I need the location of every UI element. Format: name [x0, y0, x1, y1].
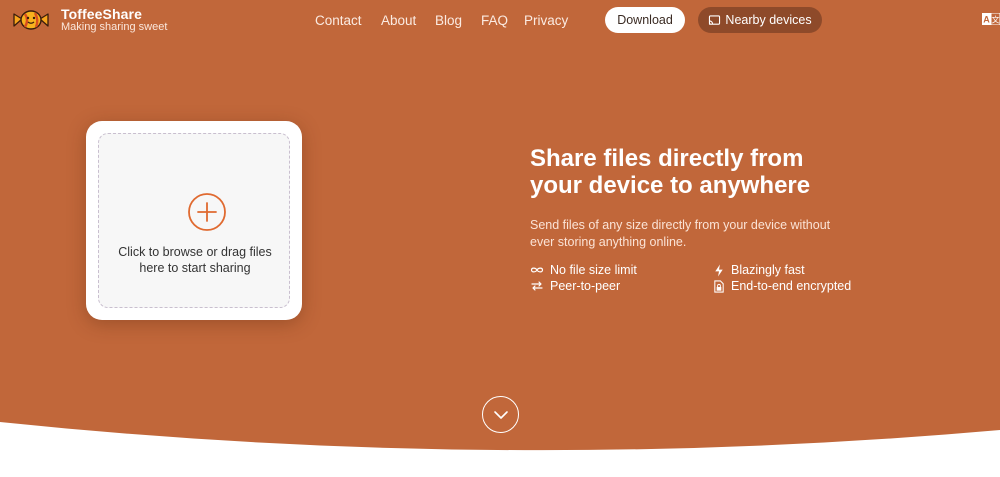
upload-card: Click to browse or drag files here to st… [86, 121, 302, 320]
feature-end-to-end-encrypted: End-to-end encrypted [713, 278, 851, 294]
nav-contact-link[interactable]: Contact [315, 13, 362, 29]
feature-blazingly-fast: Blazingly fast [713, 262, 805, 278]
nav-faq-link[interactable]: FAQ [481, 13, 508, 29]
feature-no-size-limit: No file size limit [530, 262, 637, 278]
translate-icon[interactable]: A 文 [982, 13, 1000, 25]
hero-section: ToffeeShare Making sharing sweet Contact… [0, 0, 1000, 477]
nearby-devices-button[interactable]: Nearby devices [698, 7, 822, 33]
nav-privacy-link[interactable]: Privacy [524, 13, 568, 29]
feature-label: End-to-end encrypted [731, 279, 852, 293]
chevron-down-icon [493, 410, 508, 419]
hero-subtext-line1: Send files of any size directly from you… [530, 218, 831, 232]
lightning-icon [715, 263, 723, 277]
svg-text:文: 文 [992, 15, 1000, 25]
brand-tagline: Making sharing sweet [61, 21, 168, 33]
cast-icon [709, 14, 721, 25]
scroll-down-button[interactable] [482, 396, 519, 433]
feature-label: Blazingly fast [731, 263, 805, 277]
hero-headline: Share files directly from your device to… [530, 145, 890, 199]
download-button[interactable]: Download [605, 7, 685, 33]
hero-headline-line1: Share files directly from [530, 145, 804, 172]
hero-headline-line2: your device to anywhere [530, 172, 811, 199]
hero-subtext: Send files of any size directly from you… [530, 217, 860, 250]
swap-arrows-icon [531, 281, 543, 291]
upload-instructions: Click to browse or drag files here to st… [99, 244, 291, 276]
feature-label: No file size limit [550, 263, 637, 277]
download-button-label: Download [617, 13, 673, 27]
upload-instructions-line1: Click to browse or drag files [118, 245, 272, 259]
infinity-icon [530, 267, 544, 273]
locked-file-icon [714, 279, 724, 293]
candy-logo-icon[interactable] [11, 6, 51, 34]
upload-instructions-line2: here to start sharing [139, 261, 251, 275]
hero-subtext-line2: ever storing anything online. [530, 234, 687, 249]
plus-circle-icon[interactable] [187, 192, 227, 232]
brand-name[interactable]: ToffeeShare [61, 6, 142, 22]
feature-peer-to-peer: Peer-to-peer [530, 278, 620, 294]
feature-label: Peer-to-peer [550, 279, 621, 293]
nav-blog-link[interactable]: Blog [435, 13, 462, 29]
file-dropzone[interactable]: Click to browse or drag files here to st… [98, 133, 290, 308]
nearby-devices-label: Nearby devices [725, 13, 812, 27]
nav-about-link[interactable]: About [381, 13, 416, 29]
svg-text:A: A [983, 15, 990, 25]
